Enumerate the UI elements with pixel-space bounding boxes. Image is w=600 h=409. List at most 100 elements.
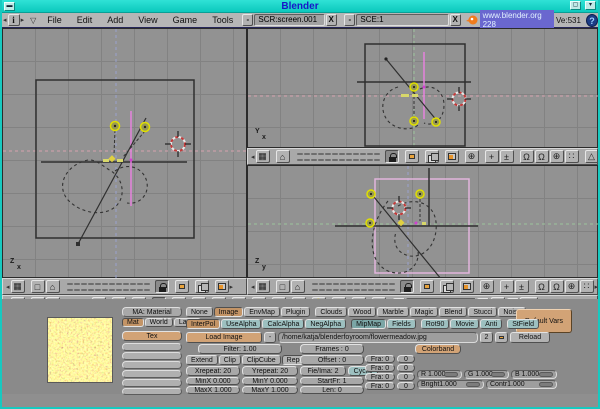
layer-buttons[interactable] — [297, 151, 380, 162]
flag-usealpha[interactable]: UseAlpha — [221, 319, 261, 329]
layer-toggle[interactable] — [67, 283, 73, 285]
mode-clipcube[interactable]: ClipCube — [242, 355, 281, 365]
layer-toggle[interactable] — [88, 283, 94, 285]
lock-icon[interactable] — [400, 280, 414, 293]
menu-item[interactable]: Game — [173, 15, 198, 25]
scene-collapse-button[interactable]: - — [344, 14, 355, 26]
blender-url-text[interactable]: www.blender.org 228 — [480, 10, 554, 30]
layer-toggle[interactable] — [81, 289, 87, 291]
texture-channel-slot[interactable] — [122, 343, 182, 351]
image-collapse-button[interactable]: - — [264, 332, 276, 343]
layer-toggle[interactable] — [353, 159, 359, 161]
fullscreen-icon[interactable]: □ — [276, 280, 290, 293]
filter-field[interactable]: Filter: 1.00 — [198, 344, 282, 354]
tab-mat[interactable]: Mat — [122, 318, 144, 327]
rotate-global-icon[interactable]: Ω — [535, 280, 549, 293]
r-slider[interactable]: R 1.000 — [417, 370, 462, 379]
menu-item[interactable]: Add — [107, 15, 123, 25]
layer-toggle[interactable] — [339, 153, 345, 155]
layer-toggle[interactable] — [74, 283, 80, 285]
window-type-icon[interactable]: ▦ — [256, 150, 270, 163]
layer-toggle[interactable] — [368, 289, 374, 291]
load-image-button[interactable]: Load Image — [186, 332, 262, 343]
flag-interpol[interactable]: InterPol — [186, 319, 220, 329]
menu-item[interactable]: File — [47, 15, 62, 25]
flag-calcalpha[interactable]: CalcAlpha — [262, 319, 304, 329]
layer-toggle[interactable] — [319, 283, 325, 285]
layer-toggle[interactable] — [375, 283, 381, 285]
layer-toggle[interactable] — [340, 283, 346, 285]
layer-toggle[interactable] — [318, 153, 324, 155]
layer-toggle[interactable] — [382, 289, 388, 291]
layer-buttons[interactable] — [67, 281, 150, 292]
frames-field[interactable]: Frames : 0 — [300, 344, 364, 354]
layer-toggle[interactable] — [297, 153, 303, 155]
layer-toggle[interactable] — [109, 283, 115, 285]
layer-toggle[interactable] — [311, 159, 317, 161]
layer-toggle[interactable] — [116, 283, 122, 285]
layer-toggle[interactable] — [102, 289, 108, 291]
type-marble[interactable]: Marble — [377, 307, 408, 317]
bright-slider[interactable]: Bright1.000 — [417, 380, 484, 389]
g-slider[interactable]: G 1.000 — [464, 370, 509, 379]
layer-toggle[interactable] — [340, 289, 346, 291]
startfr-field[interactable]: StartFr: 1 — [300, 377, 364, 385]
home-icon[interactable]: ⌂ — [276, 150, 290, 163]
type-plugin[interactable]: Plugin — [281, 307, 310, 317]
miny-field[interactable]: MinY 0.000 — [242, 377, 298, 385]
type-clouds[interactable]: Clouds — [315, 307, 347, 317]
mode-extend[interactable]: Extend — [186, 355, 218, 365]
layer-toggle[interactable] — [325, 153, 331, 155]
layer-toggle[interactable] — [353, 153, 359, 155]
layer-toggle[interactable] — [347, 283, 353, 285]
fra-value-field[interactable]: 0 — [397, 364, 415, 372]
layer-toggle[interactable] — [326, 289, 332, 291]
texture-channel-slot[interactable] — [122, 352, 182, 360]
layer-toggle[interactable] — [123, 283, 129, 285]
menu-item[interactable]: Tools — [212, 15, 233, 25]
move-icon[interactable]: + — [485, 150, 499, 163]
layer-toggle[interactable] — [81, 283, 87, 285]
layer-toggle[interactable] — [347, 289, 353, 291]
contr-slider[interactable]: Contr1.000 — [486, 380, 557, 389]
fra-value-field[interactable]: 0 — [397, 382, 415, 390]
lock-icon[interactable] — [385, 150, 399, 163]
globe-icon[interactable]: ⊕ — [480, 280, 494, 293]
plus-minus-icon[interactable]: ± — [515, 280, 529, 293]
fie-ima-field[interactable]: Fie/Ima: 2 — [300, 366, 346, 376]
image-path-field[interactable]: /home/katja/blenderfoyroom/flowermeadow.… — [278, 332, 478, 343]
scene-delete-button[interactable]: X — [450, 14, 461, 26]
layer-toggle[interactable] — [332, 153, 338, 155]
flag-stfield[interactable]: StField — [507, 319, 539, 329]
rotate-local-icon[interactable]: Ω — [550, 280, 564, 293]
layer-toggle[interactable] — [360, 159, 366, 161]
cube-icon[interactable] — [195, 280, 209, 293]
plus-minus-icon[interactable]: ± — [500, 150, 514, 163]
rotate-global-icon[interactable]: Ω — [520, 150, 534, 163]
type-blend[interactable]: Blend — [439, 307, 467, 317]
rotate-local-icon[interactable]: Ω — [535, 150, 549, 163]
viewport-left[interactable]: Z x — [2, 28, 247, 278]
type-magic[interactable]: Magic — [410, 307, 439, 317]
window-type-icon[interactable]: ▦ — [256, 280, 270, 293]
layer-toggle[interactable] — [297, 159, 303, 161]
layer-toggle[interactable] — [389, 289, 395, 291]
flag-anti[interactable]: Anti — [480, 319, 502, 329]
layer-toggle[interactable] — [74, 289, 80, 291]
menu-item[interactable]: Edit — [77, 15, 93, 25]
xrepeat-field[interactable]: Xrepeat: 20 — [186, 366, 240, 376]
cube-icon[interactable] — [440, 280, 454, 293]
triangle-icon[interactable]: △ — [585, 150, 598, 163]
layer-toggle[interactable] — [312, 289, 318, 291]
layer-buttons[interactable] — [312, 281, 395, 292]
texture-channel-slot[interactable] — [122, 370, 182, 378]
layer-toggle[interactable] — [360, 153, 366, 155]
layer-toggle[interactable] — [354, 289, 360, 291]
fullscreen-icon[interactable]: □ — [31, 280, 45, 293]
layer-toggle[interactable] — [88, 289, 94, 291]
layer-toggle[interactable] — [375, 289, 381, 291]
object-select-icon[interactable] — [405, 150, 419, 163]
layer-toggle[interactable] — [312, 283, 318, 285]
layer-toggle[interactable] — [367, 159, 373, 161]
proportional-icon[interactable]: ∷ — [580, 280, 594, 293]
